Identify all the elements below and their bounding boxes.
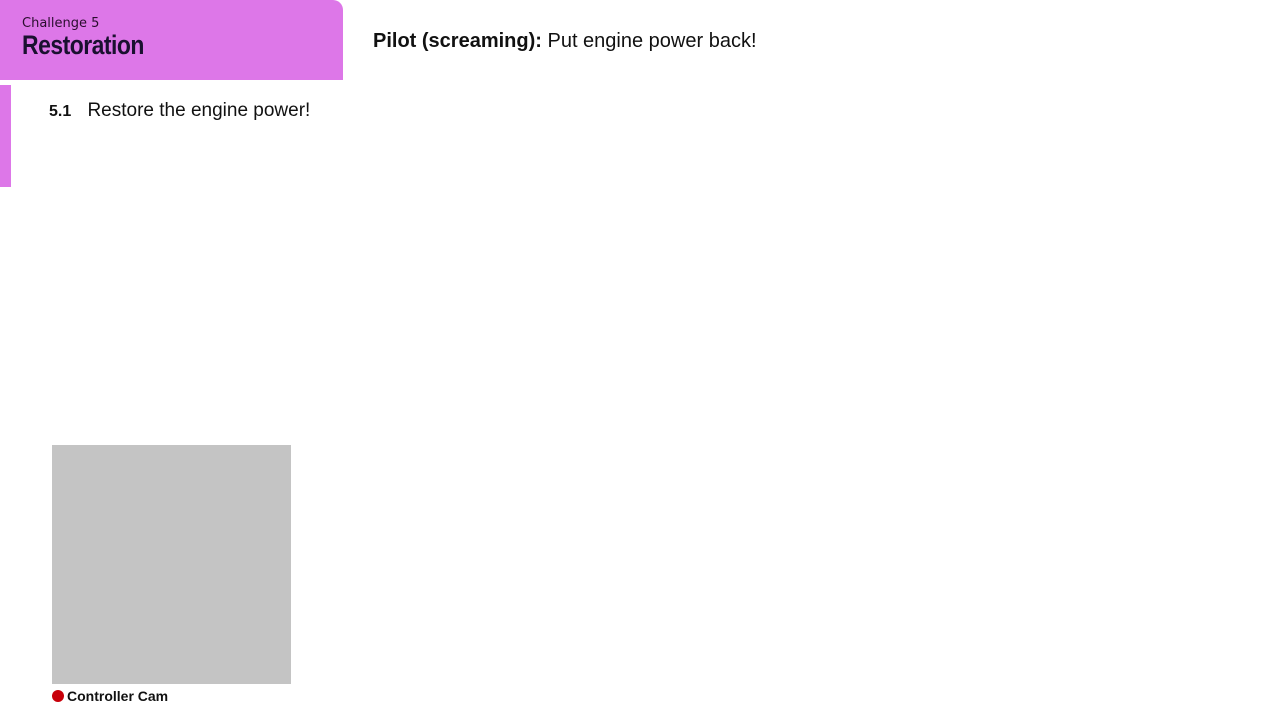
- challenge-title: Restoration: [22, 30, 144, 60]
- controller-cam-caption: Controller Cam: [52, 688, 168, 704]
- dialog-line: Pilot (screaming): Put engine power back…: [373, 30, 757, 53]
- controller-cam-feed: [52, 445, 291, 684]
- task-item: 5.1 Restore the engine power!: [49, 100, 310, 122]
- task-number: 5.1: [49, 103, 72, 120]
- challenge-number: Challenge 5: [22, 16, 100, 31]
- game-screen: Challenge 5 Restoration Pilot (screaming…: [0, 0, 1280, 720]
- task-text: Restore the engine power!: [87, 100, 311, 121]
- challenge-header: Challenge 5 Restoration: [0, 0, 343, 80]
- dialog-text: Put engine power back!: [547, 30, 757, 52]
- task-accent-bar: [0, 85, 11, 187]
- dialog-speaker: Pilot (screaming):: [373, 30, 542, 52]
- controller-cam-label: Controller Cam: [67, 688, 169, 704]
- record-dot-icon: [52, 690, 64, 702]
